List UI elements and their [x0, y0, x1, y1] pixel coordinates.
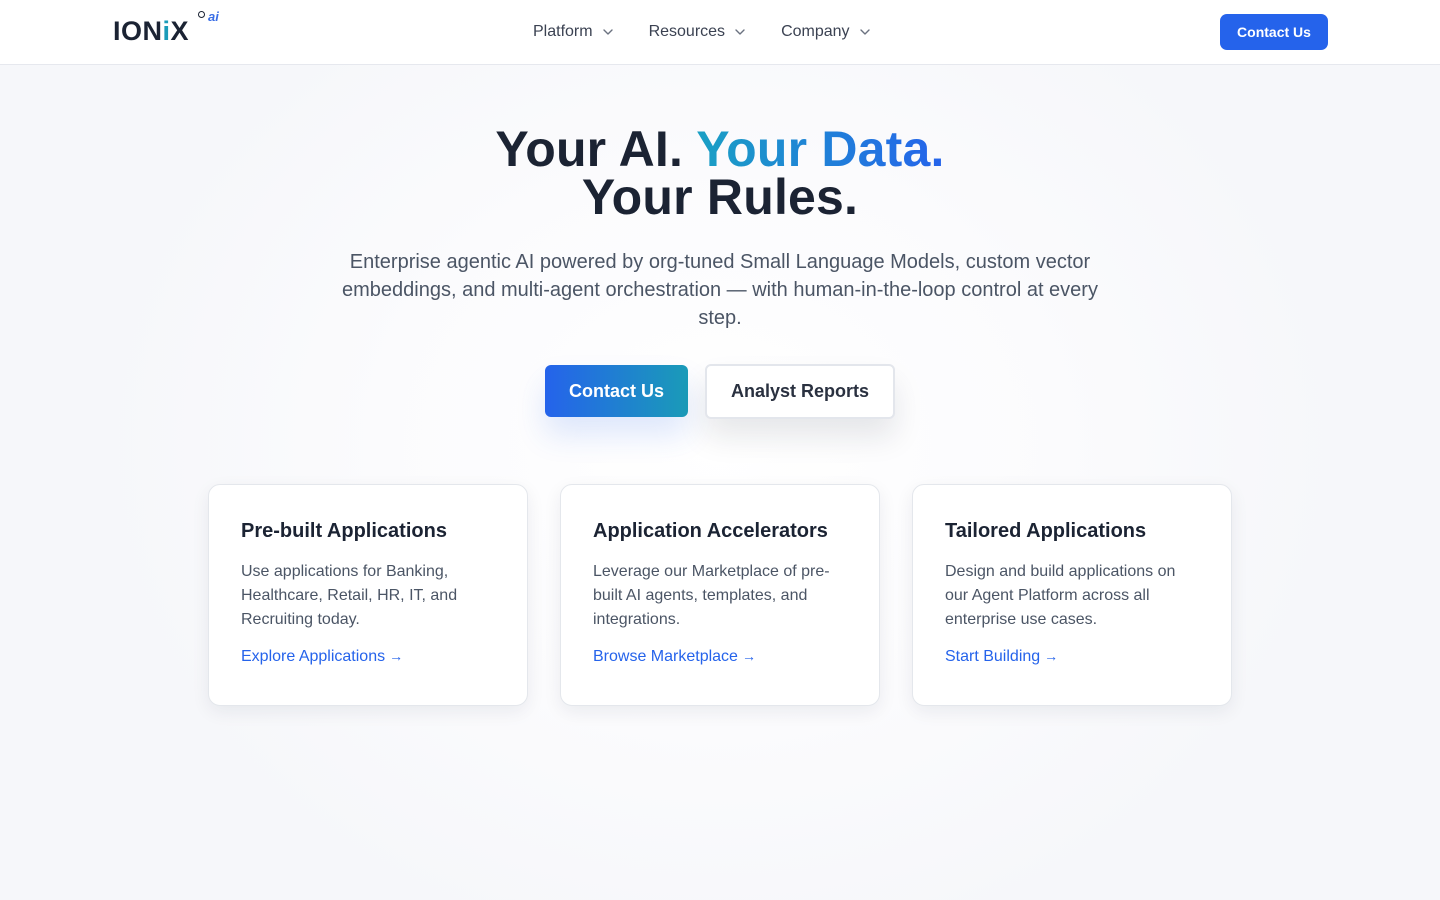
card-title: Pre-built Applications	[241, 520, 447, 542]
top-navbar: IONiX ai Platform Resources Company Cont…	[0, 0, 1440, 65]
card-title: Application Accelerators	[593, 520, 828, 542]
start-building-link[interactable]: Start Building →	[945, 648, 1058, 666]
arrow-right-icon: →	[741, 648, 756, 664]
card-prebuilt-applications: Pre-built Applications Use applications …	[208, 484, 528, 706]
card-description: Design and build applications on our Age…	[945, 563, 1176, 628]
nav-company[interactable]: Company	[781, 23, 870, 41]
main-nav: Platform Resources Company	[533, 0, 870, 64]
nav-resources-label: Resources	[648, 23, 726, 40]
nav-resources[interactable]: Resources	[649, 23, 745, 41]
chevron-down-icon	[859, 29, 870, 35]
browse-marketplace-link[interactable]: Browse Marketplace →	[593, 648, 756, 666]
card-description: Leverage our Marketplace of pre-built AI…	[593, 563, 830, 628]
offering-cards: Pre-built Applications Use applications …	[208, 484, 1232, 706]
arrow-right-icon: →	[1044, 648, 1059, 664]
analyst-reports-button[interactable]: Analyst Reports	[705, 364, 895, 419]
card-description: Use applications for Banking, Healthcare…	[241, 563, 458, 628]
logo-wordmark: IONiX	[113, 16, 190, 46]
hero-contact-us-button[interactable]: Contact Us	[545, 365, 688, 417]
nav-company-label: Company	[781, 23, 850, 40]
card-application-accelerators: Application Accelerators Leverage our Ma…	[560, 484, 880, 706]
nav-platform[interactable]: Platform	[533, 23, 613, 41]
nav-platform-label: Platform	[533, 23, 593, 40]
ionix-logo[interactable]: IONiX ai	[113, 9, 223, 48]
header-contact-us-button[interactable]: Contact Us	[1220, 14, 1328, 50]
chevron-down-icon	[735, 29, 745, 35]
hero-subtitle: Enterprise agentic AI powered by org-tun…	[342, 251, 1098, 329]
arrow-right-icon: →	[389, 648, 404, 664]
chevron-down-icon	[602, 29, 613, 35]
logo-ai-superscript: ai	[208, 9, 219, 24]
hero-title-line2: Your Rules.	[581, 169, 859, 225]
explore-applications-link[interactable]: Explore Applications →	[241, 648, 403, 666]
logo-registered-dot	[198, 11, 205, 18]
card-title: Tailored Applications	[945, 520, 1147, 542]
hero-title: Your AI. Your Data. Your Rules.	[0, 124, 1440, 222]
card-tailored-applications: Tailored Applications Design and build a…	[912, 484, 1232, 706]
hero-buttons: Contact Us Analyst Reports	[545, 364, 895, 419]
